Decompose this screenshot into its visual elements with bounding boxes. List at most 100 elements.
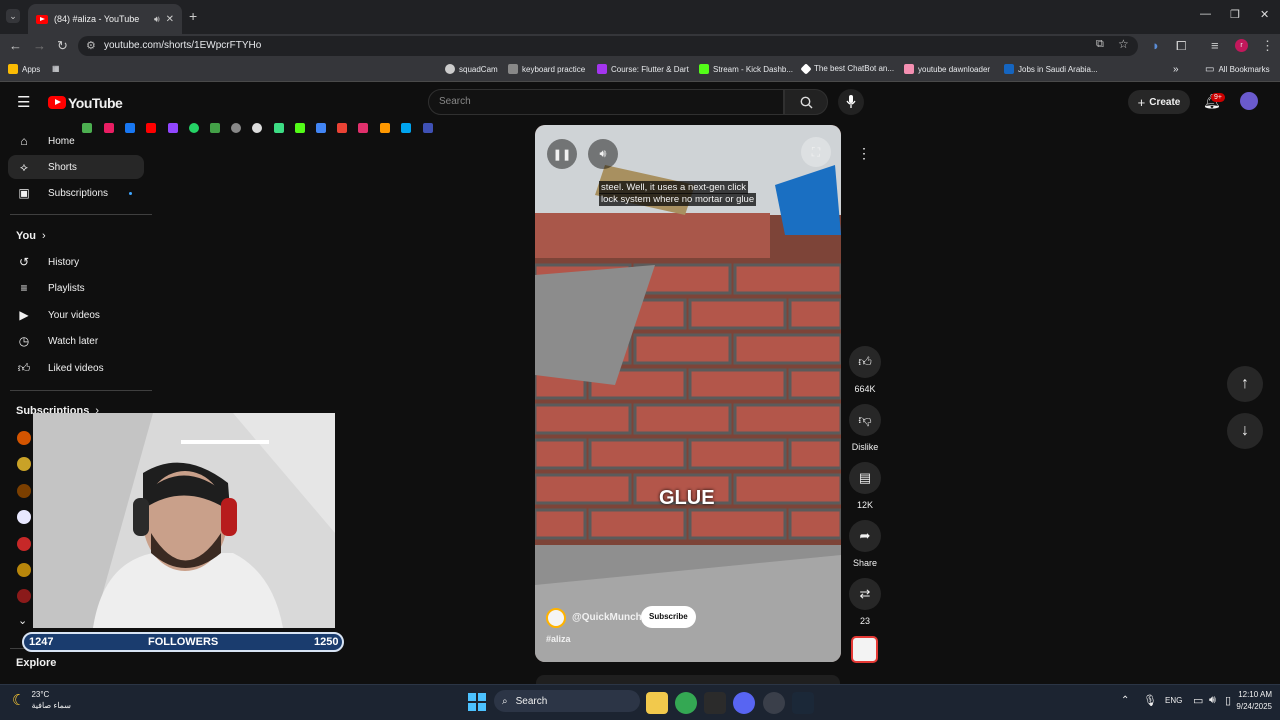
shorts-video-player[interactable]: ❚❚ 🔊︎ ⛶ steel. Well, it uses a next-gen … xyxy=(535,125,841,662)
tab-search-button[interactable]: ⌄ xyxy=(6,9,20,23)
sidebar-item-history[interactable]: ↺ History xyxy=(8,250,144,274)
youtube-bookmark-icon[interactable] xyxy=(146,123,156,133)
all-bookmarks[interactable]: ▭ All Bookmarks xyxy=(1205,64,1270,75)
remix-button[interactable]: ⇄ 23 xyxy=(847,578,883,626)
bookmark-jobs-saudi[interactable]: Jobs in Saudi Arabia... xyxy=(1004,64,1098,74)
github-icon[interactable] xyxy=(252,123,262,133)
channel-avatar[interactable] xyxy=(17,589,31,603)
speaker-icon[interactable]: 🔊︎ xyxy=(1209,694,1216,707)
extension-icon[interactable]: ◗ xyxy=(1152,38,1160,54)
translate-icon[interactable] xyxy=(316,123,326,133)
bookmark-chatbot[interactable]: The best ChatBot an... xyxy=(800,62,894,75)
kick-icon[interactable] xyxy=(295,123,305,133)
bookmark-youtube-downloader[interactable]: youtube dawnloader xyxy=(904,64,990,74)
reload-icon[interactable]: ↻ xyxy=(57,38,68,54)
more-bookmarks-icon[interactable]: » xyxy=(1173,64,1179,75)
app-icon[interactable] xyxy=(704,692,726,714)
sidebar-item-liked-videos[interactable]: 👍︎ Liked videos xyxy=(8,356,144,380)
show-more-chevron-icon[interactable]: ⌄ xyxy=(18,614,27,627)
channel-avatar[interactable] xyxy=(17,537,31,551)
whatsapp-icon[interactable] xyxy=(189,123,199,133)
restore-icon[interactable]: ❐ xyxy=(1230,8,1240,21)
like-button[interactable]: 👍︎ 664K xyxy=(847,346,883,394)
obs-icon[interactable] xyxy=(763,692,785,714)
window-close-icon[interactable]: ✕ xyxy=(1260,8,1269,21)
bookmark-icon[interactable] xyxy=(380,123,390,133)
channel-avatar[interactable] xyxy=(17,563,31,577)
back-icon[interactable]: ← xyxy=(9,38,22,54)
sidebar-you-header[interactable]: You › xyxy=(8,224,144,248)
youtube-logo[interactable]: YouTube xyxy=(48,95,123,111)
sidebar-item-your-videos[interactable]: ▶ Your videos xyxy=(8,303,144,327)
sidebar-item-playlists[interactable]: ≡ Playlists xyxy=(8,276,144,300)
android-icon[interactable] xyxy=(274,123,284,133)
voice-search-button[interactable] xyxy=(838,89,864,115)
bookmark-star-icon[interactable]: ☆ xyxy=(1118,37,1129,51)
channel-avatar[interactable] xyxy=(17,510,31,524)
minimize-icon[interactable]: — xyxy=(1200,8,1211,20)
chrome-icon[interactable] xyxy=(675,692,697,714)
microsoft-icon[interactable] xyxy=(401,123,411,133)
search-button[interactable] xyxy=(784,89,828,115)
channel-avatar[interactable] xyxy=(546,608,566,628)
chrome-menu-icon[interactable]: ⋮ xyxy=(1261,38,1274,54)
share-button[interactable]: ➦ Share xyxy=(847,520,883,568)
bookmark-kick-dashboard[interactable]: Stream - Kick Dashb... xyxy=(699,64,793,74)
sidebar-item-shorts[interactable]: ⟡ Shorts xyxy=(8,155,144,179)
install-app-icon[interactable]: ⧉ xyxy=(1096,38,1104,51)
bookmark-squadcam[interactable]: squadCam xyxy=(445,64,498,74)
profile-avatar[interactable]: r xyxy=(1235,39,1248,52)
video-hashtag[interactable]: #aliza xyxy=(546,634,571,644)
bookmark-icon[interactable] xyxy=(423,123,433,133)
clock[interactable]: 12:10 AM 9/24/2025 xyxy=(1230,689,1272,713)
bookmark-keyboard-practice[interactable]: keyboard practice xyxy=(508,64,585,74)
network-icon[interactable]: ▭ xyxy=(1193,694,1203,707)
next-short-button[interactable]: ↓ xyxy=(1227,413,1263,449)
tab-audio-icon[interactable]: 🔊︎ xyxy=(154,14,160,25)
sidebar-item-subscriptions[interactable]: ▣ Subscriptions xyxy=(8,181,144,205)
channel-name[interactable]: @QuickMunch. xyxy=(572,612,645,623)
tab-close-icon[interactable]: ✕ xyxy=(166,14,174,25)
channel-avatar[interactable] xyxy=(17,457,31,471)
windows-start-button[interactable] xyxy=(468,693,486,711)
taskbar-search[interactable]: ⌕ Search xyxy=(494,690,640,712)
dislike-button[interactable]: 👎︎ Dislike xyxy=(847,404,883,452)
weather-widget[interactable]: ☾ 23°C سماء صافية xyxy=(12,689,71,711)
grid-icon[interactable]: ▦ xyxy=(52,64,60,73)
drive-icon[interactable] xyxy=(210,123,220,133)
file-explorer-icon[interactable] xyxy=(646,692,668,714)
subscribe-button[interactable]: Subscribe xyxy=(641,606,696,628)
fullscreen-button[interactable]: ⛶ xyxy=(801,137,831,167)
microphone-tray-icon[interactable]: 🎙︎ xyxy=(1143,694,1157,707)
more-options-button[interactable]: ⋮ xyxy=(850,139,878,167)
extensions-puzzle-icon[interactable]: ⧠ xyxy=(1176,38,1186,54)
volume-button[interactable]: 🔊︎ xyxy=(588,139,618,169)
new-tab-button[interactable]: + xyxy=(189,8,197,24)
forward-icon[interactable]: → xyxy=(33,38,46,54)
hamburger-menu-icon[interactable]: ☰ xyxy=(17,93,30,111)
account-avatar[interactable] xyxy=(1240,92,1258,110)
previous-short-button[interactable]: ↑ xyxy=(1227,366,1263,402)
channel-avatar[interactable] xyxy=(17,484,31,498)
show-hidden-icons-chevron-icon[interactable]: ⌃ xyxy=(1121,695,1129,706)
input-language[interactable]: ENG xyxy=(1165,696,1182,705)
sidebar-item-watch-later[interactable]: ◷ Watch later xyxy=(8,329,144,353)
bookmark-apps[interactable]: Apps xyxy=(8,64,40,74)
pause-button[interactable]: ❚❚ xyxy=(547,139,577,169)
discord-icon[interactable] xyxy=(733,692,755,714)
sound-thumbnail[interactable] xyxy=(851,636,878,663)
address-bar[interactable]: ⚙ youtube.com/shorts/1EWpcrFTYHo ⧉ ☆ xyxy=(78,36,1138,56)
bookmark-course-flutter[interactable]: Course: Flutter & Dart xyxy=(597,64,689,74)
site-info-icon[interactable]: ⚙ xyxy=(86,39,96,52)
instagram-icon[interactable] xyxy=(358,123,368,133)
create-button[interactable]: + Create xyxy=(1128,90,1190,114)
media-controls-icon[interactable]: ≡ xyxy=(1211,38,1219,54)
twitch-icon[interactable] xyxy=(168,123,178,133)
channel-avatar[interactable] xyxy=(17,431,31,445)
bookmark-icon[interactable] xyxy=(337,123,347,133)
search-input[interactable]: Search xyxy=(428,89,784,115)
bookmark-icon[interactable] xyxy=(231,123,241,133)
browser-tab[interactable]: (84) #aliza - YouTube 🔊︎ ✕ xyxy=(28,4,182,34)
comments-button[interactable]: ▤ 12K xyxy=(847,462,883,510)
steam-icon[interactable] xyxy=(792,692,814,714)
